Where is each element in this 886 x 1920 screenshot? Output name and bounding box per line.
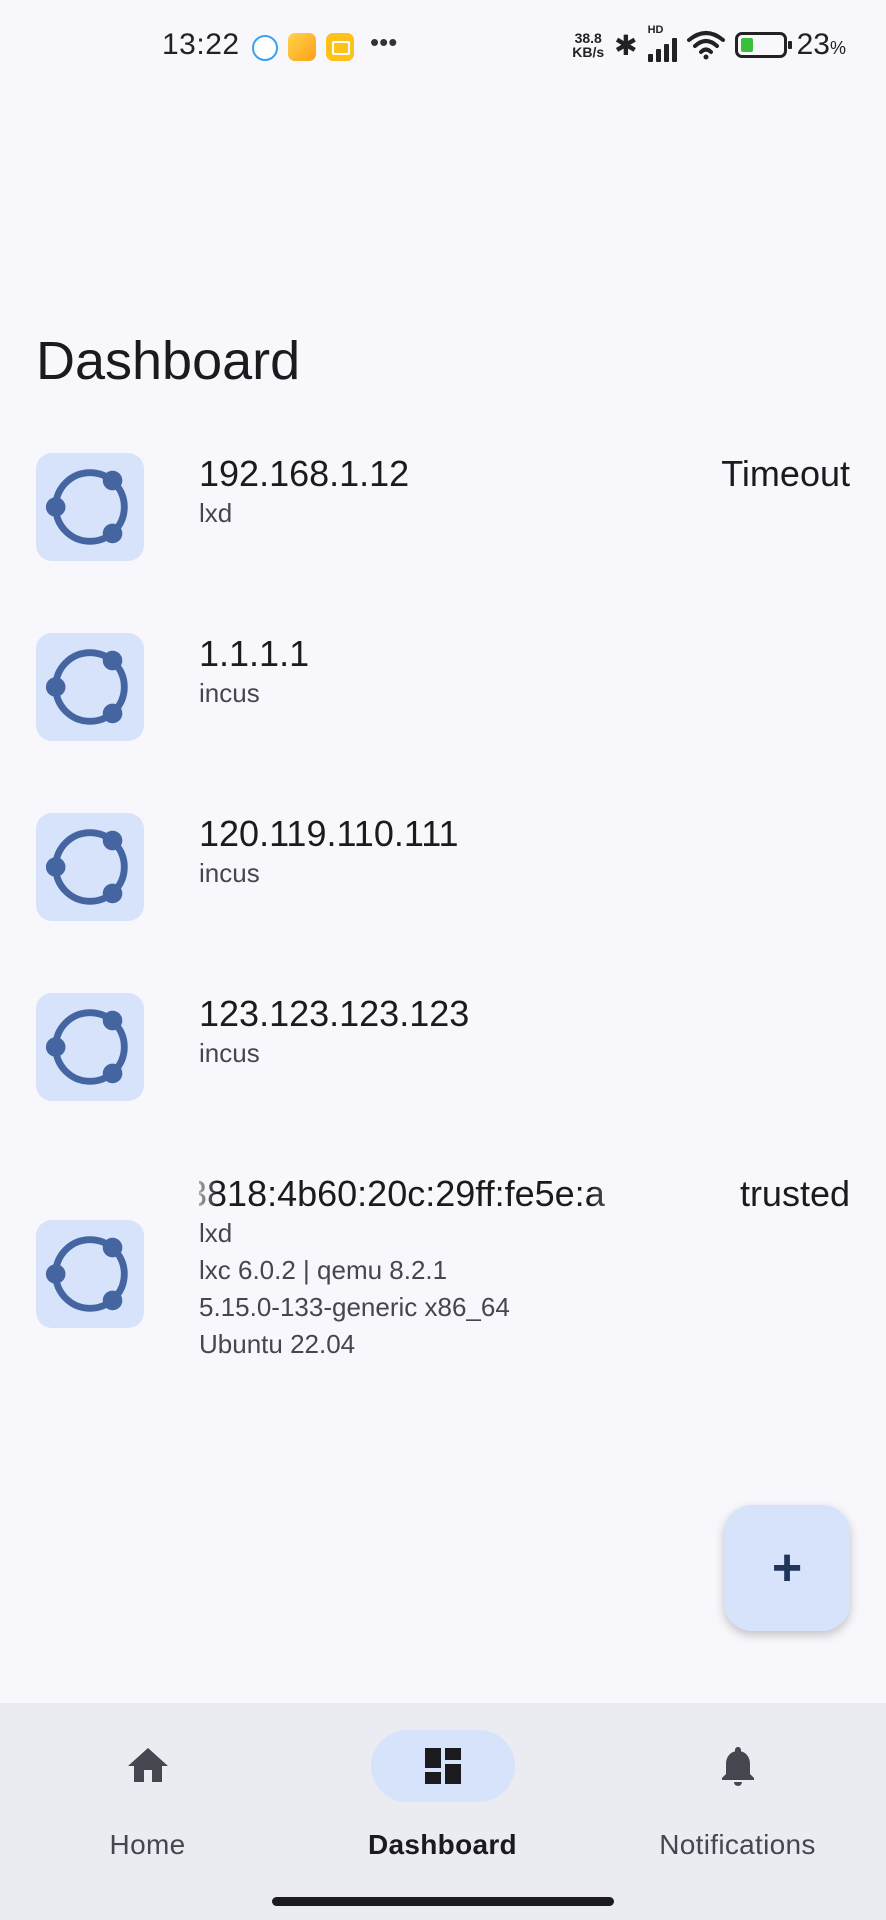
server-version: lxc 6.0.2 | qemu 8.2.1 — [199, 1255, 448, 1285]
battery-percent: 23% — [796, 28, 846, 61]
server-host: 3818:4b60:20c:29ff:fe5e:a — [199, 1173, 605, 1214]
server-icon — [36, 813, 144, 921]
bluetooth-icon: ✱ — [614, 29, 638, 61]
server-icon — [36, 453, 144, 561]
home-indicator[interactable] — [272, 1897, 614, 1906]
server-host: 123.123.123.123 — [199, 993, 470, 1034]
server-type: lxd — [199, 1218, 233, 1248]
nav-label-dashboard: Dashboard — [368, 1829, 517, 1860]
server-type: incus — [199, 1038, 260, 1068]
wifi-icon — [686, 31, 725, 60]
mail-notification-icon — [326, 32, 354, 61]
notification-icons: ••• — [252, 27, 397, 61]
network-speed: 38.8 KB/s — [572, 31, 604, 59]
server-icon — [36, 1220, 144, 1328]
nav-item-notifications[interactable]: Notifications — [590, 1703, 885, 1920]
nav-item-dashboard[interactable]: Dashboard — [295, 1703, 590, 1920]
add-server-button[interactable]: + — [724, 1505, 850, 1631]
page-title: Dashboard — [36, 331, 301, 391]
cell-signal-icon: HD — [647, 24, 677, 62]
notes-notification-icon — [288, 32, 316, 61]
status-indicators: 38.8 KB/s ✱ HD 23% — [572, 24, 846, 62]
app-notification-icon — [252, 35, 278, 61]
server-icon — [36, 633, 144, 741]
server-type: lxd — [199, 498, 233, 528]
server-status: trusted — [739, 1173, 850, 1214]
network-speed-unit: KB/s — [572, 44, 605, 60]
bell-icon — [666, 1730, 810, 1802]
server-host: 192.168.1.12 — [199, 453, 410, 494]
more-notifications-icon: ••• — [370, 27, 398, 57]
server-kernel: 5.15.0-133-generic x86_64 — [199, 1292, 510, 1322]
server-type: incus — [199, 858, 260, 888]
server-list-item[interactable]: 1.1.1.1 incus — [0, 620, 886, 780]
home-icon — [76, 1730, 220, 1802]
network-type-label: HD — [647, 24, 664, 36]
server-type: incus — [199, 678, 260, 708]
battery-icon — [734, 32, 792, 58]
nav-label-notifications: Notifications — [659, 1829, 816, 1860]
nav-item-home[interactable]: Home — [0, 1703, 295, 1920]
plus-icon: + — [771, 1539, 803, 1597]
nav-label-home: Home — [109, 1829, 186, 1860]
server-list-item[interactable]: 192.168.1.12 lxd Timeout — [0, 440, 886, 600]
server-list-item[interactable]: 3818:4b60:20c:29ff:fe5e:a lxd lxc 6.0.2 … — [0, 1160, 886, 1400]
server-host: 1.1.1.1 — [199, 633, 310, 674]
network-speed-value: 38.8 — [574, 30, 602, 46]
status-bar: 13:22 ••• 38.8 KB/s ✱ HD 23% — [0, 0, 886, 92]
dashboard-icon — [370, 1730, 515, 1802]
bottom-navigation: Home Dashboard Notifications — [0, 1703, 886, 1920]
server-os: Ubuntu 22.04 — [199, 1329, 356, 1359]
server-host: 120.119.110.111 — [199, 813, 459, 854]
status-time: 13:22 — [162, 28, 240, 61]
server-list-item[interactable]: 123.123.123.123 incus — [0, 980, 886, 1140]
server-icon — [36, 993, 144, 1101]
server-status: Timeout — [721, 453, 850, 494]
server-list-item[interactable]: 120.119.110.111 incus — [0, 800, 886, 960]
